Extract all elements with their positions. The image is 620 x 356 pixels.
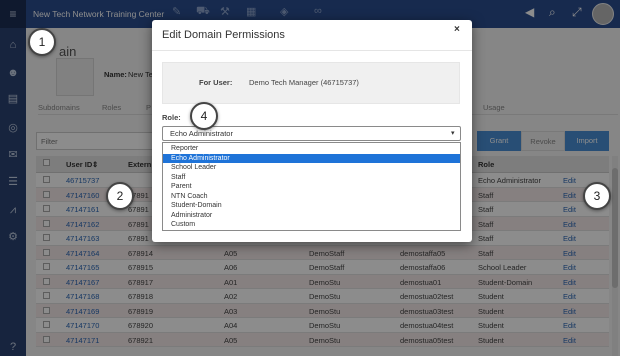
role-option[interactable]: Custom [171, 220, 195, 229]
callout-3: 3 [583, 182, 611, 210]
role-label: Role: [162, 113, 181, 122]
callout-2: 2 [106, 182, 134, 210]
role-select-value: Echo Administrator [170, 129, 233, 138]
role-option[interactable]: Administrator [171, 211, 212, 220]
chevron-down-icon[interactable]: ▾ [451, 129, 455, 137]
role-option[interactable]: Parent [171, 182, 192, 191]
dialog-title: Edit Domain Permissions [162, 29, 285, 41]
role-option[interactable]: Reporter [171, 144, 198, 153]
role-option[interactable]: Echo Administrator [163, 153, 460, 163]
for-user-label: For User: [199, 78, 233, 87]
edit-permissions-dialog: Edit Domain Permissions × For User: Demo… [152, 20, 472, 242]
callout-1: 1 [28, 28, 56, 56]
close-icon[interactable]: × [454, 24, 460, 35]
role-option[interactable]: Student-Domain [171, 201, 222, 210]
for-user-value: Demo Tech Manager (46715737) [249, 78, 359, 87]
role-options-list: Reporter Echo Administrator School Leader S… [162, 142, 461, 231]
role-option[interactable]: Staff [171, 173, 185, 182]
role-option[interactable]: NTN Coach [171, 192, 208, 201]
user-info-panel: For User: Demo Tech Manager (46715737) [162, 62, 460, 104]
callout-4: 4 [190, 102, 218, 130]
role-option[interactable]: School Leader [171, 163, 216, 172]
dialog-divider [152, 50, 472, 51]
